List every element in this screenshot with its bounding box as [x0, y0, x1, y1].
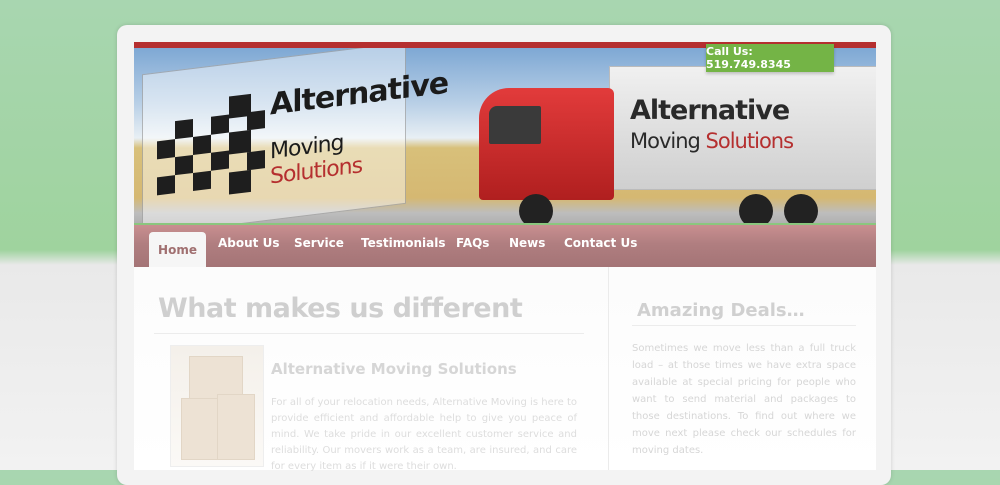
column-divider — [608, 267, 609, 470]
checkered-flag-icon — [157, 93, 265, 196]
main-content: What makes us different Alternative Movi… — [134, 267, 876, 472]
section-heading: Alternative Moving Solutions — [271, 360, 517, 378]
trailer-logo-title: Alternative — [630, 95, 790, 126]
intro-paragraph: For all of your relocation needs, Altern… — [271, 397, 577, 472]
truck-window — [489, 106, 541, 144]
nav-item-news[interactable]: News — [509, 236, 545, 250]
trailer-subtitle-moving: Moving — [630, 129, 706, 153]
nav-item-contact-us[interactable]: Contact Us — [564, 236, 637, 250]
trailer-subtitle-solutions: Solutions — [705, 129, 794, 153]
page-title: What makes us different — [158, 293, 523, 324]
sidebar-heading: Amazing Deals… — [637, 300, 805, 321]
nav-item-faqs[interactable]: FAQs — [456, 236, 489, 250]
box-shape — [181, 398, 219, 460]
nav-item-about-us[interactable]: About Us — [218, 236, 279, 250]
truck-cab — [479, 88, 614, 200]
logo-panel[interactable]: Alternative Moving Solutions — [142, 48, 448, 229]
title-divider — [154, 333, 584, 334]
sidebar-paragraph: Sometimes we move less than a full truck… — [632, 343, 856, 456]
main-nav: Home About Us Service Testimonials FAQs … — [134, 223, 876, 267]
box-shape — [217, 394, 255, 460]
truck-image: Alternative Moving Solutions — [479, 66, 876, 229]
call-us-badge[interactable]: Call Us: 519.749.8345 — [706, 44, 834, 72]
logo-subtitle: Moving Solutions — [270, 123, 405, 189]
sidebar-divider — [632, 325, 856, 326]
moving-boxes-image — [170, 345, 264, 467]
truck-trailer: Alternative Moving Solutions — [609, 66, 876, 190]
trailer-logo-subtitle: Moving Solutions — [630, 129, 794, 153]
nav-item-home[interactable]: Home — [149, 232, 206, 267]
nav-item-testimonials[interactable]: Testimonials — [361, 236, 445, 250]
logo-title: Alternative — [270, 65, 449, 123]
nav-item-service[interactable]: Service — [294, 236, 344, 250]
